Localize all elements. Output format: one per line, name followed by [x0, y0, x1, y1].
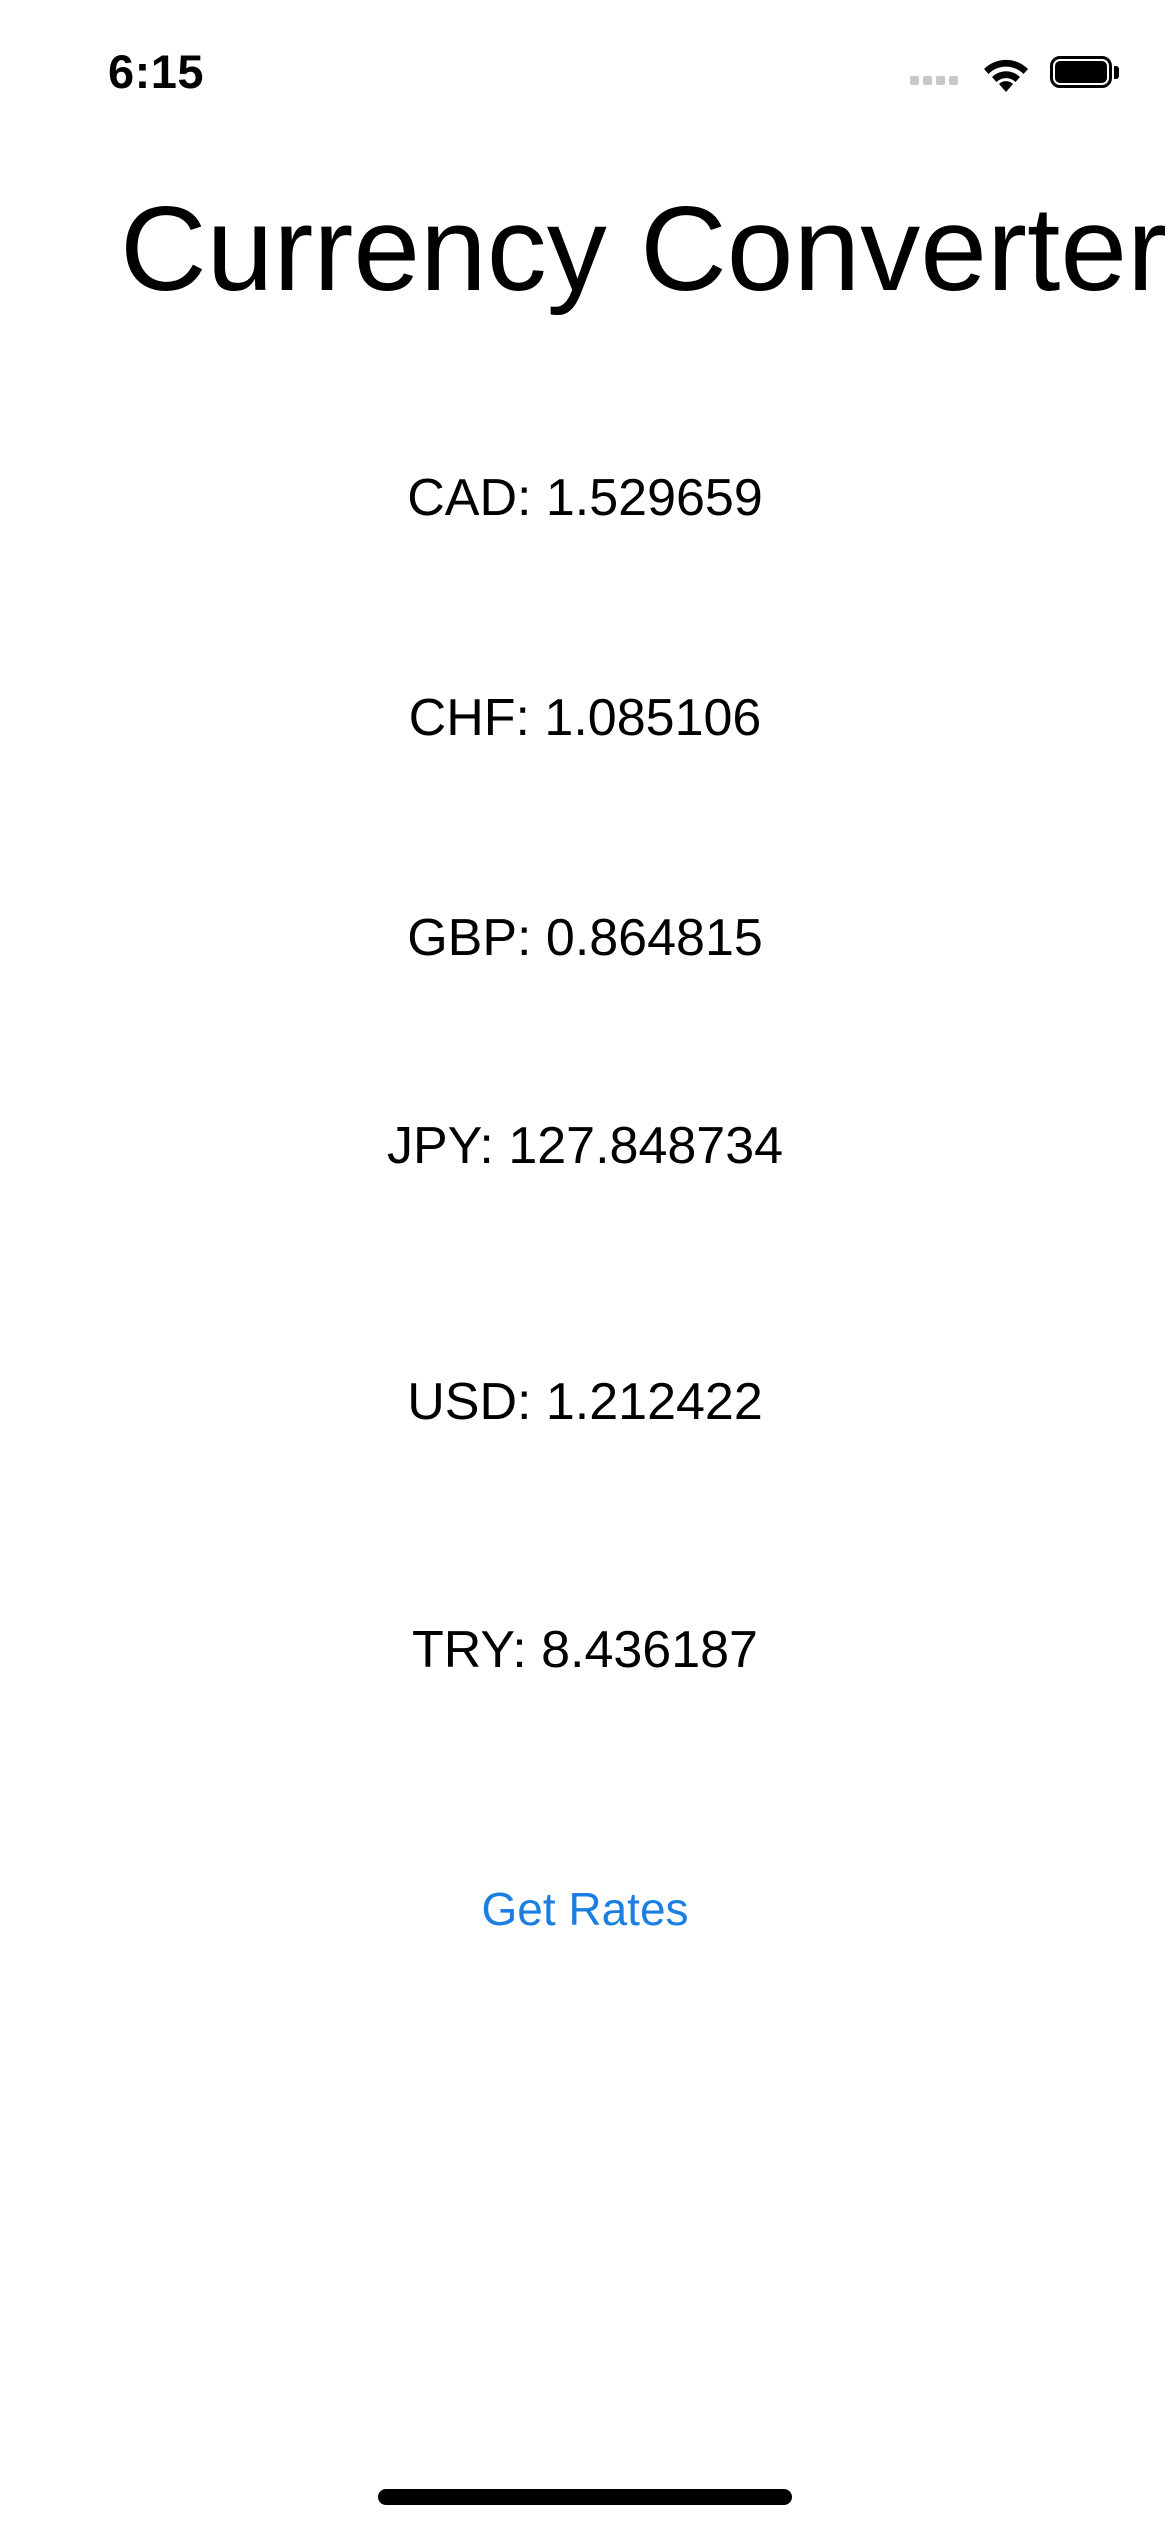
rate-label-chf: CHF: 1.085106	[408, 689, 762, 747]
home-indicator[interactable]	[378, 2489, 792, 2505]
status-icons	[910, 52, 1120, 96]
get-rates-button[interactable]: Get Rates	[0, 1882, 1170, 1936]
battery-icon	[1050, 56, 1120, 92]
cellular-signal-icon	[910, 63, 962, 85]
rate-label-usd: USD: 1.212422	[407, 1373, 763, 1431]
page-title: Currency Converter	[120, 182, 1168, 316]
status-bar: 6:15	[0, 0, 1170, 140]
rate-label-jpy: JPY: 127.848734	[386, 1117, 784, 1175]
rate-label-cad: CAD: 1.529659	[407, 469, 763, 527]
rate-label-try: TRY: 8.436187	[412, 1621, 758, 1679]
rate-label-gbp: GBP: 0.864815	[407, 909, 763, 967]
wifi-icon	[984, 59, 1028, 92]
status-time: 6:15	[108, 45, 205, 98]
